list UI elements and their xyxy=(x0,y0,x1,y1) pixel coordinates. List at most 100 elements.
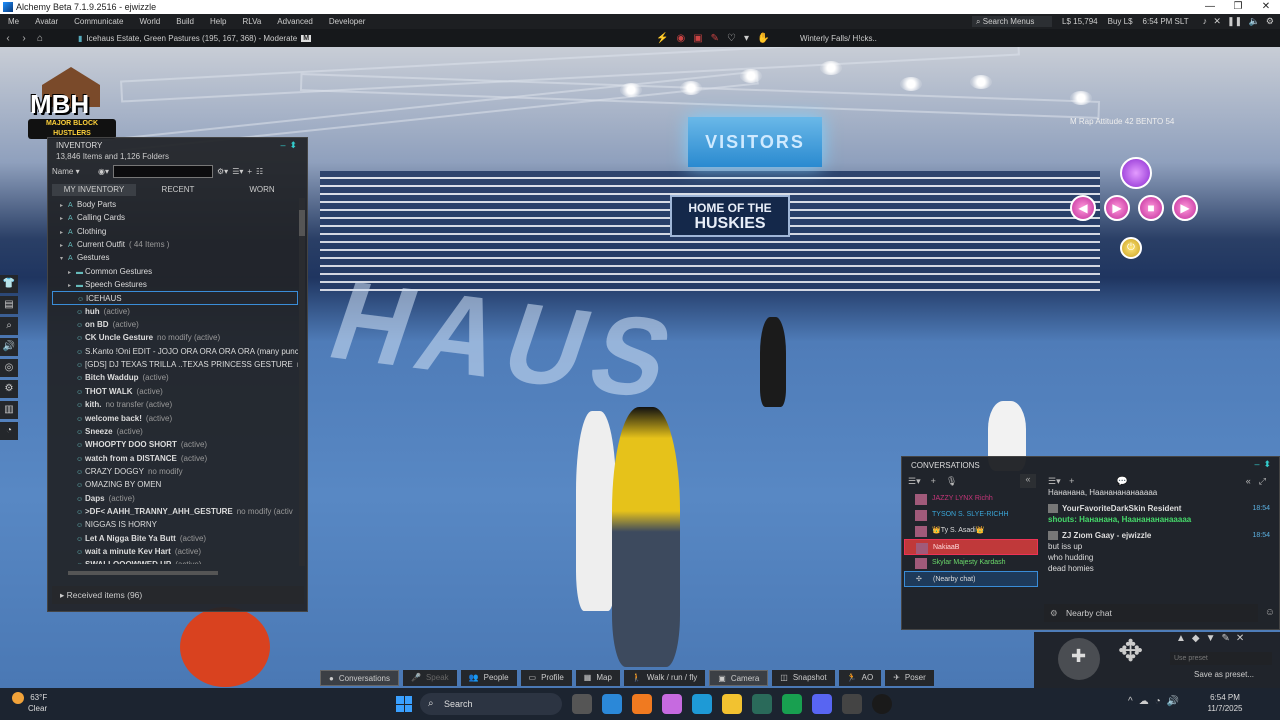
inventory-item[interactable]: ☺ huh (active) xyxy=(52,305,298,318)
pin-icon[interactable]: ⬍ xyxy=(289,140,301,150)
pin-icon[interactable]: ⬍ xyxy=(1263,459,1275,469)
conversation-participant[interactable]: JAZZY LYNX Richh xyxy=(904,491,1038,507)
inventory-item[interactable]: ☺ watch from a DISTANCE (active) xyxy=(52,452,298,465)
inventory-folder[interactable]: ▸ A Body Parts xyxy=(52,198,298,211)
expand-icon[interactable]: ⤢ xyxy=(1259,476,1274,486)
spreadsheet-icon[interactable] xyxy=(782,694,802,714)
chevron-right-icon[interactable]: ▸ xyxy=(60,240,68,251)
inventory-icon[interactable]: ▤ xyxy=(0,296,18,314)
conversation-participant[interactable]: TYSON S. SLYE-RICHH xyxy=(904,507,1038,523)
camera-orbit-joystick[interactable] xyxy=(1058,638,1100,680)
sort-dropdown[interactable]: Name ▾ xyxy=(52,167,94,176)
conversation-participant[interactable]: ✣ (Nearby chat) xyxy=(904,571,1038,587)
build-icon[interactable]: ▥ xyxy=(0,401,18,419)
media-player-icon[interactable] xyxy=(872,694,892,714)
chevron-right-icon[interactable]: ▸ xyxy=(60,227,68,238)
people-button[interactable]: 👥 People xyxy=(460,670,517,686)
chevron-right-icon[interactable]: ▸ xyxy=(60,213,68,224)
inventory-hscrollbar[interactable] xyxy=(58,570,296,576)
home-icon[interactable]: ⌂ xyxy=(32,33,48,44)
inventory-item[interactable]: ☺SWALLOOOWWED UP (active) xyxy=(52,558,298,564)
menu-advanced[interactable]: Advanced xyxy=(269,17,321,26)
ao-prev-icon[interactable]: ◀ xyxy=(1070,195,1096,221)
avatar-figure[interactable] xyxy=(180,607,270,687)
inventory-item[interactable]: ☺ S.Kanto !Oni EDIT - JOJO ORA ORA ORA OR… xyxy=(52,345,298,358)
inventory-folder[interactable]: ▸ ▬ Common Gestures xyxy=(52,265,298,278)
close-button[interactable]: ✕ xyxy=(1252,0,1280,14)
camera-preset-dropdown[interactable]: Use preset xyxy=(1170,652,1272,665)
inventory-vscrollbar[interactable] xyxy=(299,198,305,566)
inventory-item[interactable]: ☺ ICEHAUS xyxy=(52,291,298,305)
menu-avatar[interactable]: Avatar xyxy=(27,17,66,26)
menu-build[interactable]: Build xyxy=(168,17,202,26)
minimize-button[interactable]: — xyxy=(1196,0,1224,14)
dropdown-chevron-icon[interactable]: ▾ xyxy=(744,33,749,44)
chevron-right-icon[interactable]: ▸ xyxy=(60,200,68,211)
chat-bubble-icon[interactable]: 💬 xyxy=(1117,476,1128,486)
menu-developer[interactable]: Developer xyxy=(321,17,373,26)
inventory-item[interactable]: ☺ Bitch Waddup (active) xyxy=(52,371,298,384)
stop-icon[interactable]: ✕ xyxy=(1213,16,1221,26)
ao-play-icon[interactable]: ▶ xyxy=(1104,195,1130,221)
ao-button[interactable]: 🏃 AO xyxy=(838,670,882,686)
camera-side-icon[interactable]: ◆ xyxy=(1192,633,1206,644)
appearance-icon[interactable]: 👕 xyxy=(0,275,18,293)
back-icon[interactable]: ‹ xyxy=(0,33,16,44)
inventory-folder[interactable]: ▸ A Calling Cards xyxy=(52,211,298,224)
view-options-icon[interactable]: ☰▾ xyxy=(908,476,921,488)
favorite-heart-icon[interactable]: ♡ xyxy=(727,33,736,44)
task-view-icon[interactable] xyxy=(572,694,592,714)
photos-icon[interactable] xyxy=(662,694,682,714)
menu-communicate[interactable]: Communicate xyxy=(66,17,131,26)
filter-eye-icon[interactable]: ◉▾ xyxy=(98,167,109,176)
gear-icon[interactable]: ⚙▾ xyxy=(217,167,228,176)
camera-rear-icon[interactable]: ▼ xyxy=(1206,633,1222,644)
camera-pan-control[interactable]: ✥ xyxy=(1118,634,1143,669)
map-button[interactable]: ▦ Map xyxy=(575,670,620,686)
tab-recent[interactable]: RECENT xyxy=(136,184,220,196)
file-explorer-icon[interactable] xyxy=(722,694,742,714)
emoji-icon[interactable]: ☺ xyxy=(1265,607,1275,618)
menu-help[interactable]: Help xyxy=(202,17,234,26)
settings-gear-icon[interactable]: ⚙ xyxy=(1266,16,1274,26)
settings-gear-icon[interactable] xyxy=(842,694,862,714)
inventory-search-input[interactable] xyxy=(113,164,213,178)
camera-button[interactable]: ▣ Camera xyxy=(709,670,769,686)
location-bar[interactable]: ▮ Icehaus Estate, Green Pastures (195, 1… xyxy=(78,34,312,43)
collapse-icon[interactable]: « xyxy=(1020,474,1036,488)
poser-button[interactable]: ✈ Poser xyxy=(885,670,934,686)
camera-front-icon[interactable]: ▲ xyxy=(1176,633,1192,644)
close-icon[interactable]: ✕ xyxy=(1236,633,1250,644)
media-icon[interactable]: ♪ xyxy=(1203,16,1208,26)
menu-rlva[interactable]: RLVa xyxy=(234,17,269,26)
edge-browser-icon[interactable] xyxy=(692,694,712,714)
view-options-icon[interactable]: ☰▾ xyxy=(232,167,243,176)
copilot-icon[interactable] xyxy=(602,694,622,714)
inventory-item[interactable]: ☺ [GDS] DJ TEXAS TRILLA ..TEXAS PRINCESS … xyxy=(52,358,298,371)
inventory-item[interactable]: ☺ CK Uncle Gesture no modify (active) xyxy=(52,331,298,344)
speak-button[interactable]: 🎤 Speak xyxy=(402,670,457,686)
gear-icon[interactable]: ⚙ xyxy=(1050,604,1058,622)
pause-icon[interactable]: ❚❚ xyxy=(1227,16,1242,26)
inventory-item[interactable]: ☺ Sneeze (active) xyxy=(52,425,298,438)
inventory-item[interactable]: ☺ kith. no transfer (active) xyxy=(52,398,298,411)
voice-icon[interactable]: 🎙 xyxy=(946,476,957,488)
weather-widget[interactable]: 63°F Clear xyxy=(12,692,47,714)
chat-input[interactable]: ⚙ Nearby chat xyxy=(1044,604,1258,622)
voice-icon[interactable]: 🔊 xyxy=(0,338,18,356)
volume-icon[interactable]: 🔊 xyxy=(1167,696,1185,707)
conversation-participant[interactable]: NakiaaB xyxy=(904,539,1038,555)
inventory-item[interactable]: ☺ CRAZY DOGGY no modify xyxy=(52,465,298,478)
chevron-up-icon[interactable]: ^ xyxy=(1128,696,1139,707)
wifi-icon[interactable]: ◔ xyxy=(1155,696,1167,707)
profile-button[interactable]: ▭ Profile xyxy=(520,670,572,686)
inventory-item[interactable]: ☺ wait a minute Kev Hart (active) xyxy=(52,545,298,558)
alchemy-viewer-icon[interactable] xyxy=(752,694,772,714)
inventory-item[interactable]: ☺ OMAZING BY OMEN xyxy=(52,478,298,491)
view-options-icon[interactable]: ☰▾ xyxy=(1048,476,1061,486)
inventory-folder[interactable]: ▸ A Clothing xyxy=(52,225,298,238)
inventory-item[interactable]: ☺ >DF< AAHH_TRANNY_AHH_GESTURE no modify (… xyxy=(52,505,298,518)
avatar-figure[interactable] xyxy=(576,411,616,611)
add-icon[interactable]: + xyxy=(247,167,252,176)
add-icon[interactable]: + xyxy=(1069,476,1074,486)
